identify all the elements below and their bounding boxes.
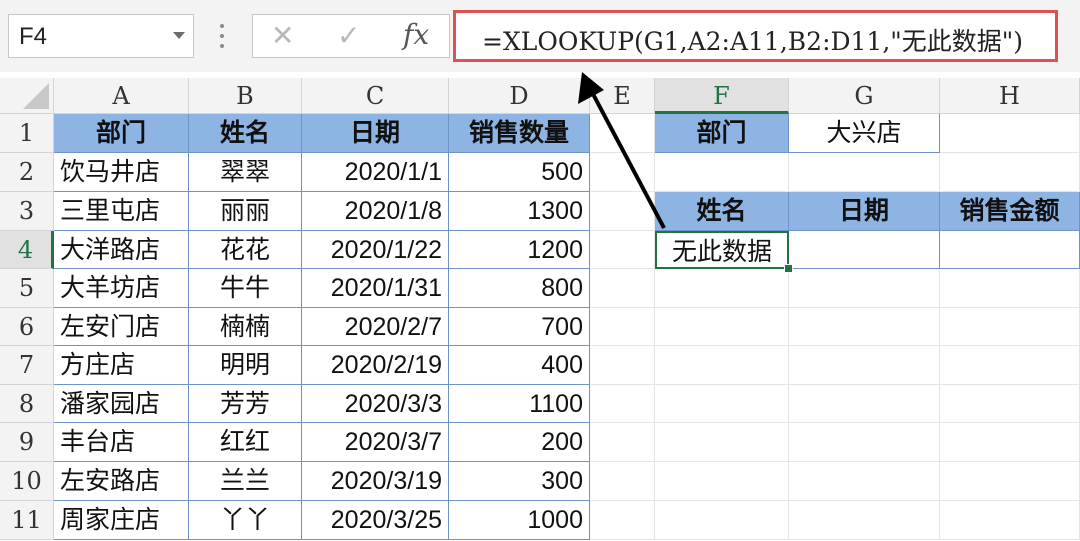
annotation-arrow [578,72,666,229]
